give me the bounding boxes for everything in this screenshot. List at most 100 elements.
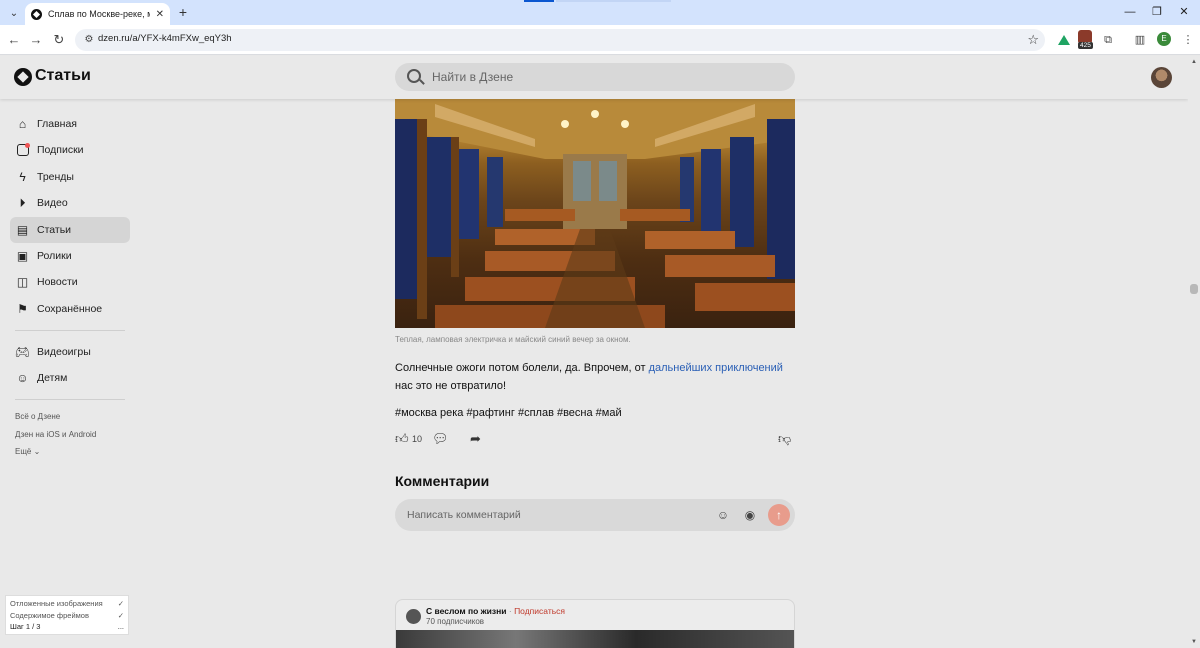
sidebar-item-home[interactable]: ⌂ Главная [10, 111, 130, 137]
scroll-down-icon[interactable]: ▼ [1191, 639, 1197, 645]
article: Теплая, ламповая электричка и майский си… [395, 99, 795, 531]
comments-title: Комментарии [395, 473, 490, 489]
article-actions: 👍︎ 10 💬︎ ➦ 👎︎ [395, 431, 795, 451]
article-paragraph: Солнечные ожоги потом болели, да. Впроче… [395, 360, 795, 395]
scroll-thumb[interactable] [1190, 284, 1198, 294]
tab-close-icon[interactable]: ✕ [156, 9, 164, 20]
sidebar-item-games[interactable]: 🎮︎ Видеоигры [10, 339, 130, 365]
browser-tab[interactable]: Сплав по Москве-реке, май 2 ✕ [25, 3, 170, 25]
extension-badge: 425 [1078, 42, 1093, 49]
sidebar-item-saved[interactable]: ⚑ Сохранённое [10, 296, 130, 322]
more-icon[interactable]: ... [118, 622, 124, 634]
gamepad-icon: 🎮︎ [14, 344, 31, 359]
new-tab-icon[interactable]: + [175, 4, 191, 20]
search-placeholder: Найти в Дзене [432, 70, 514, 84]
like-icon[interactable]: 👍︎ [395, 431, 409, 447]
user-avatar[interactable] [1151, 67, 1172, 88]
overlay-row: Отложенные изображения ✓ [10, 599, 124, 611]
minimize-icon[interactable]: — [1122, 4, 1138, 20]
subscribe-link[interactable]: Подписаться [514, 606, 565, 616]
forward-icon[interactable]: → [27, 31, 45, 49]
menu-kebab-icon[interactable]: ⋮ [1180, 32, 1196, 48]
check-icon: ✓ [117, 599, 124, 608]
more-link[interactable]: Ещё ⌄ [10, 443, 130, 461]
bookmark-star-icon[interactable]: ☆ [1027, 32, 1039, 48]
overlay-row: Содержимое фреймов ✓ [10, 611, 124, 623]
tab-title: Сплав по Москве-реке, май 2 [48, 9, 150, 19]
sidebar-item-shorts[interactable]: ▣ Ролики [10, 243, 130, 269]
emoji-icon[interactable]: ☺ [716, 508, 730, 522]
sidebar-item-label: Видеоигры [37, 345, 91, 358]
camera-icon[interactable]: ◉ [743, 508, 757, 522]
site-header: Статьи Найти в Дзене [0, 56, 1188, 99]
sidebar-divider [15, 399, 125, 401]
article-tags[interactable]: #москва река #рафтинг #сплав #весна #май [395, 407, 795, 419]
tab-search-icon[interactable]: ⌄ [5, 4, 23, 22]
scroll-up-icon[interactable]: ▲ [1191, 59, 1197, 65]
sidebar-item-label: Тренды [37, 170, 74, 183]
sidebar-item-label: Новости [37, 276, 78, 289]
status-overlay: Отложенные изображения ✓ Содержимое фрейм… [5, 595, 129, 635]
sidebar: ⌂ Главная Подписки ϟ Тренды ⏵ Видео ▤ Ст… [10, 111, 130, 461]
address-bar[interactable]: ⚙ dzen.ru/a/YFX-k4mFXw_eqY3h ☆ [75, 29, 1045, 51]
side-panel-icon[interactable]: ▥ [1132, 32, 1148, 48]
page-content: Статьи Найти в Дзене ⌂ Главная Подписки … [0, 56, 1188, 648]
articles-icon: ▤ [16, 222, 29, 237]
search-input[interactable]: Найти в Дзене [395, 63, 795, 91]
article-photo[interactable] [395, 99, 795, 328]
apps-link[interactable]: Дзен на iOS и Android [10, 426, 130, 444]
sidebar-item-label: Ролики [37, 249, 72, 262]
subscriptions-icon [15, 142, 30, 158]
sidebar-item-video[interactable]: ⏵ Видео [10, 190, 130, 216]
news-icon: ◫ [16, 275, 29, 290]
sidebar-item-label: Детям [37, 372, 68, 385]
extensions-puzzle-icon[interactable]: ⧉ [1100, 32, 1116, 48]
restore-icon[interactable]: ❐ [1149, 4, 1165, 20]
sidebar-item-articles[interactable]: ▤ Статьи [10, 216, 130, 243]
kids-icon: ☺ [16, 371, 29, 386]
sidebar-item-label: Видео [37, 197, 68, 210]
browser-toolbar: ← → ↻ ⚙ dzen.ru/a/YFX-k4mFXw_eqY3h ☆ ⧉ ▥… [0, 25, 1200, 55]
about-dzen-link[interactable]: Всё о Дзене [10, 408, 130, 426]
share-icon[interactable]: ➦ [470, 431, 481, 447]
sidebar-item-kids[interactable]: ☺ Детям [10, 365, 130, 391]
page-scrollbar[interactable]: ▲ ▼ [1188, 56, 1200, 648]
send-button[interactable]: ↑ [768, 504, 790, 526]
like-count: 10 [412, 434, 423, 444]
channel-card[interactable]: С веслом по жизни · Подписаться 70 подпи… [395, 599, 795, 648]
site-settings-icon[interactable]: ⚙ [82, 33, 96, 47]
sidebar-item-label: Статьи [37, 223, 72, 236]
bookmark-icon: ⚑ [17, 301, 28, 316]
channel-preview-image[interactable] [396, 630, 794, 648]
comment-placeholder: Написать комментарий [407, 509, 521, 521]
overlay-row: Шаг 1 / 3... [10, 622, 124, 634]
play-icon: ⏵ [19, 195, 26, 210]
reload-icon[interactable]: ↻ [50, 31, 68, 49]
dzen-logo-icon[interactable] [14, 68, 32, 86]
sidebar-item-subscriptions[interactable]: Подписки [10, 137, 130, 163]
overlay-label: Отложенные изображения [10, 599, 103, 608]
close-window-icon[interactable]: ✕ [1176, 4, 1192, 20]
google-drive-icon[interactable] [1056, 32, 1072, 48]
tab-strip-indicator-2 [556, 0, 671, 2]
sidebar-item-label: Сохранённое [37, 302, 103, 315]
channel-name[interactable]: С веслом по жизни · Подписаться [426, 606, 565, 616]
tab-strip-indicator [524, 0, 554, 2]
adventures-link[interactable]: дальнейших приключений [649, 362, 783, 374]
channel-name-text: С веслом по жизни [426, 606, 507, 616]
browser-tabbar: ⌄ Сплав по Москве-реке, май 2 ✕ + — ❐ ✕ [0, 0, 1200, 25]
check-icon: ✓ [117, 610, 124, 620]
sidebar-item-trends[interactable]: ϟ Тренды [10, 164, 130, 190]
url-text[interactable]: dzen.ru/a/YFX-k4mFXw_eqY3h [98, 33, 232, 44]
comment-icon[interactable]: 💬︎ [432, 431, 449, 447]
shorts-icon: ▣ [16, 248, 29, 263]
paragraph-text: нас это не отвратило! [395, 379, 507, 392]
comment-input[interactable]: Написать комментарий ☺ ◉ ↑ [395, 499, 795, 531]
site-logo-text[interactable]: Статьи [35, 67, 91, 85]
dislike-icon[interactable]: 👎︎ [778, 431, 791, 447]
sidebar-item-news[interactable]: ◫ Новости [10, 269, 130, 295]
more-label: Ещё [15, 447, 32, 457]
channel-avatar[interactable] [406, 609, 421, 624]
profile-avatar[interactable]: E [1157, 32, 1171, 46]
back-icon[interactable]: ← [5, 31, 23, 49]
